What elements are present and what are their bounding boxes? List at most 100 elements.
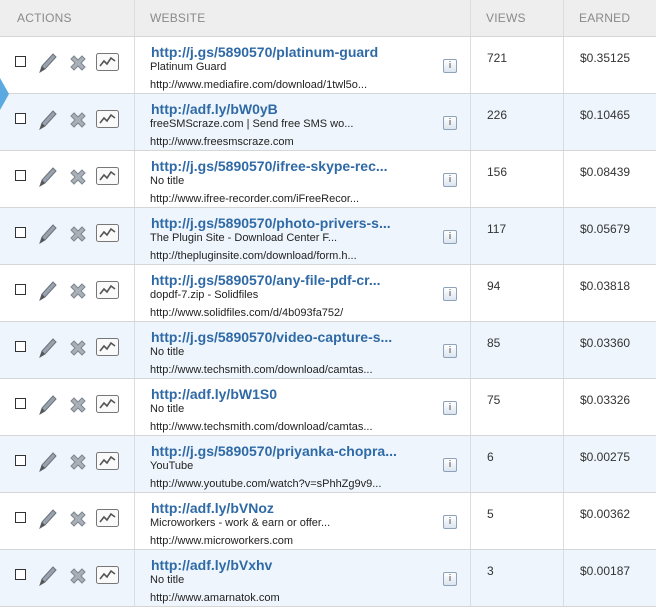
delete-icon[interactable] xyxy=(66,165,90,189)
row-checkbox[interactable] xyxy=(15,341,26,352)
edit-pencil-icon[interactable] xyxy=(35,450,59,474)
column-divider xyxy=(134,265,135,321)
header-actions[interactable]: ACTIONS xyxy=(17,11,72,25)
stats-chart-icon[interactable] xyxy=(96,167,119,185)
stats-chart-icon[interactable] xyxy=(96,110,119,128)
column-divider xyxy=(470,151,471,207)
delete-icon[interactable] xyxy=(66,51,90,75)
header-views[interactable]: VIEWS xyxy=(486,11,526,25)
link-title: dopdf-7.zip - Solidfiles xyxy=(150,289,259,301)
info-icon[interactable]: i xyxy=(443,401,457,415)
destination-url: http://www.solidfiles.com/d/4b093fa752/ xyxy=(150,307,344,319)
header-website[interactable]: WEBSITE xyxy=(150,11,205,25)
short-link[interactable]: http://adf.ly/bVxhv xyxy=(151,557,272,573)
column-divider xyxy=(563,0,564,36)
delete-icon[interactable] xyxy=(66,450,90,474)
info-icon[interactable]: i xyxy=(443,344,457,358)
info-icon[interactable]: i xyxy=(443,230,457,244)
short-link[interactable]: http://adf.ly/bW0yB xyxy=(151,101,278,117)
delete-icon[interactable] xyxy=(66,564,90,588)
edit-pencil-icon[interactable] xyxy=(35,564,59,588)
destination-url: http://www.techsmith.com/download/camtas… xyxy=(150,364,373,376)
views-count: 226 xyxy=(487,108,508,122)
row-checkbox[interactable] xyxy=(15,170,26,181)
short-link[interactable]: http://j.gs/5890570/ifree-skype-rec... xyxy=(151,158,388,174)
destination-url: http://www.freesmscraze.com xyxy=(150,136,294,148)
edit-pencil-icon[interactable] xyxy=(35,393,59,417)
row-pointer-arrow xyxy=(0,78,9,110)
column-divider xyxy=(470,37,471,93)
edit-pencil-icon[interactable] xyxy=(35,222,59,246)
link-title: No title xyxy=(150,574,185,586)
stats-chart-icon[interactable] xyxy=(96,509,119,527)
stats-chart-icon[interactable] xyxy=(96,395,119,413)
short-link[interactable]: http://j.gs/5890570/priyanka-chopra... xyxy=(151,443,397,459)
row-checkbox[interactable] xyxy=(15,113,26,124)
delete-icon[interactable] xyxy=(66,393,90,417)
row-checkbox[interactable] xyxy=(15,455,26,466)
edit-pencil-icon[interactable] xyxy=(35,507,59,531)
views-count: 721 xyxy=(487,51,508,65)
table-body: http://j.gs/5890570/platinum-guard Plati… xyxy=(0,37,656,607)
link-title: freeSMScraze.com | Send free SMS wo... xyxy=(150,118,354,130)
short-link[interactable]: http://j.gs/5890570/video-capture-s... xyxy=(151,329,392,345)
short-link[interactable]: http://j.gs/5890570/any-file-pdf-cr... xyxy=(151,272,381,288)
info-icon[interactable]: i xyxy=(443,515,457,529)
earned-amount: $0.10465 xyxy=(580,108,631,122)
column-divider xyxy=(470,493,471,549)
earned-amount: $0.03326 xyxy=(580,393,631,407)
destination-url: http://www.microworkers.com xyxy=(150,535,294,547)
destination-url: http://www.amarnatok.com xyxy=(150,592,280,604)
earned-amount: $0.00362 xyxy=(580,507,631,521)
column-divider xyxy=(470,322,471,378)
table-row: http://j.gs/5890570/any-file-pdf-cr... d… xyxy=(0,265,656,322)
info-icon[interactable]: i xyxy=(443,458,457,472)
stats-chart-icon[interactable] xyxy=(96,281,119,299)
short-link[interactable]: http://adf.ly/bVNoz xyxy=(151,500,274,516)
row-checkbox[interactable] xyxy=(15,569,26,580)
delete-icon[interactable] xyxy=(66,279,90,303)
short-link[interactable]: http://j.gs/5890570/photo-privers-s... xyxy=(151,215,391,231)
column-divider xyxy=(563,379,564,435)
info-icon[interactable]: i xyxy=(443,287,457,301)
edit-pencil-icon[interactable] xyxy=(35,165,59,189)
delete-icon[interactable] xyxy=(66,507,90,531)
table-row: http://j.gs/5890570/video-capture-s... N… xyxy=(0,322,656,379)
delete-icon[interactable] xyxy=(66,222,90,246)
stats-chart-icon[interactable] xyxy=(96,224,119,242)
stats-chart-icon[interactable] xyxy=(96,53,119,71)
stats-chart-icon[interactable] xyxy=(96,566,119,584)
delete-icon[interactable] xyxy=(66,108,90,132)
row-checkbox[interactable] xyxy=(15,512,26,523)
edit-pencil-icon[interactable] xyxy=(35,108,59,132)
header-earned[interactable]: EARNED xyxy=(579,11,630,25)
table-row: http://j.gs/5890570/ifree-skype-rec... N… xyxy=(0,151,656,208)
column-divider xyxy=(470,94,471,150)
views-count: 75 xyxy=(487,393,501,407)
link-title: Platinum Guard xyxy=(150,61,227,73)
column-divider xyxy=(134,151,135,207)
row-checkbox[interactable] xyxy=(15,56,26,67)
short-link[interactable]: http://adf.ly/bW1S0 xyxy=(151,386,277,402)
column-divider xyxy=(134,550,135,606)
edit-pencil-icon[interactable] xyxy=(35,279,59,303)
info-icon[interactable]: i xyxy=(443,116,457,130)
link-title: The Plugin Site - Download Center F... xyxy=(150,232,338,244)
stats-chart-icon[interactable] xyxy=(96,338,119,356)
info-icon[interactable]: i xyxy=(443,173,457,187)
edit-pencil-icon[interactable] xyxy=(35,336,59,360)
row-checkbox[interactable] xyxy=(15,284,26,295)
short-link[interactable]: http://j.gs/5890570/platinum-guard xyxy=(151,44,378,60)
info-icon[interactable]: i xyxy=(443,572,457,586)
views-count: 85 xyxy=(487,336,501,350)
column-divider xyxy=(134,37,135,93)
row-checkbox[interactable] xyxy=(15,398,26,409)
info-icon[interactable]: i xyxy=(443,59,457,73)
edit-pencil-icon[interactable] xyxy=(35,51,59,75)
row-checkbox[interactable] xyxy=(15,227,26,238)
column-divider xyxy=(563,208,564,264)
stats-chart-icon[interactable] xyxy=(96,452,119,470)
column-divider xyxy=(470,265,471,321)
views-count: 3 xyxy=(487,564,494,578)
delete-icon[interactable] xyxy=(66,336,90,360)
